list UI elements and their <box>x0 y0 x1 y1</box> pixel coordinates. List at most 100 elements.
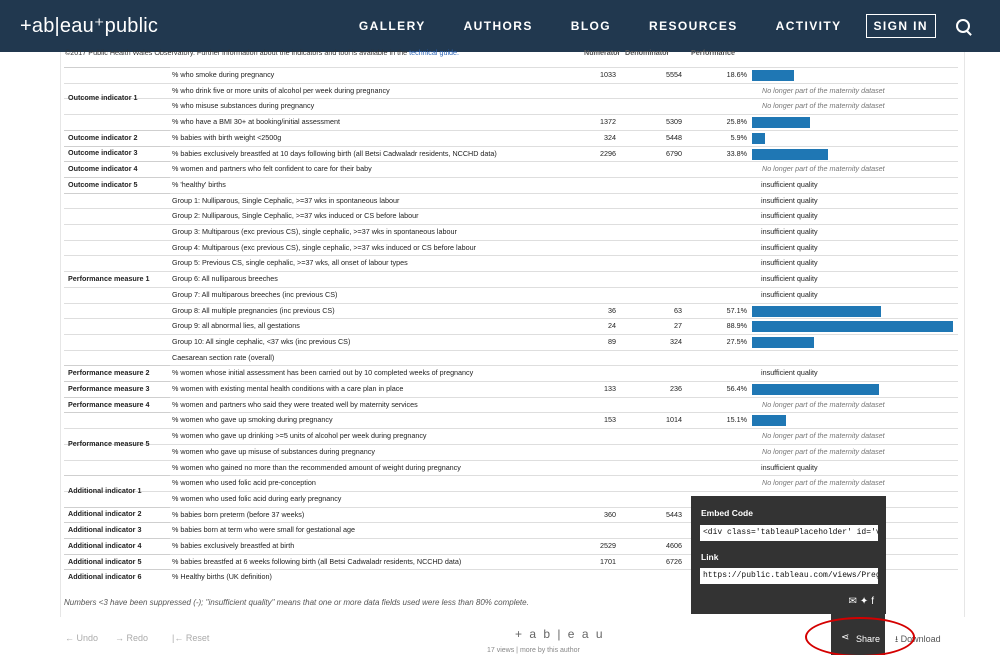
group-label: Additional indicator 4 <box>68 540 142 550</box>
tableau-public-logo[interactable]: +ab|eau⁺public <box>20 13 158 38</box>
performance-bar[interactable] <box>752 132 766 144</box>
group-separator <box>64 522 170 524</box>
table-row[interactable]: Group 9: all abnormal lies, all gestatio… <box>64 318 958 334</box>
performance-bar[interactable] <box>752 148 829 160</box>
no-longer-note: No longer part of the maternity dataset <box>762 478 885 488</box>
table-row[interactable]: Group 6: All nulliparous breeches insuffi… <box>64 271 958 287</box>
indicator-description: % babies born preterm (before 37 weeks) <box>172 509 305 519</box>
table-row[interactable]: % women who gave up misuse of substances… <box>64 443 958 460</box>
table-row[interactable]: Group 3: Multiparous (exc previous CS), … <box>64 224 958 240</box>
reset-button[interactable]: |← Reset <box>172 633 209 643</box>
group-label: Outcome indicator 1 <box>68 93 138 103</box>
table-row[interactable]: % who have a BMI 30+ at booking/initial … <box>64 114 958 130</box>
facebook-icon[interactable]: f <box>871 596 877 607</box>
table-row[interactable]: % women whose initial assessment has bee… <box>64 365 958 381</box>
table-row[interactable]: % women who gave up drinking >=5 units o… <box>64 428 958 444</box>
numerator-value: 89 <box>608 336 616 346</box>
nav-authors[interactable]: AUTHORS <box>464 19 533 33</box>
table-row[interactable]: % who misuse substances during pregnancy… <box>64 98 958 114</box>
group-label: Additional indicator 6 <box>68 572 142 582</box>
performance-bar[interactable] <box>752 384 880 395</box>
nav-activity[interactable]: ACTIVITY <box>776 19 842 33</box>
no-longer-note: No longer part of the maternity dataset <box>762 431 885 441</box>
performance-bar[interactable] <box>752 415 787 427</box>
group-separator <box>64 553 170 555</box>
indicator-description: % who misuse substances during pregnancy <box>172 101 315 111</box>
table-row[interactable]: Group 2: Nulliparous, Single Cephalic, >… <box>64 208 958 224</box>
indicator-description: Group 5: Previous CS, single cephalic, >… <box>172 258 408 268</box>
nav-resources[interactable]: RESOURCES <box>649 19 738 33</box>
views-count[interactable]: 17 views | more by this author <box>487 647 580 654</box>
group-label: Additional indicator 5 <box>68 556 142 566</box>
undo-button[interactable]: ← Undo <box>65 633 98 643</box>
insufficient-quality-note: insufficient quality <box>761 242 818 252</box>
performance-bar[interactable] <box>752 117 811 129</box>
indicator-description: Group 3: Multiparous (exc previous CS), … <box>172 227 457 236</box>
link-field[interactable]: https://public.tableau.com/views/Preg <box>700 568 878 584</box>
email-icon[interactable]: ✉ <box>848 596 859 607</box>
denominator-value: 4606 <box>666 541 682 550</box>
table-row[interactable]: % women and partners who felt confident … <box>64 161 958 177</box>
no-longer-note: No longer part of the maternity dataset <box>762 399 885 409</box>
group-label: Additional indicator 1 <box>68 485 142 495</box>
denominator-value: 5448 <box>666 132 682 142</box>
indicator-description: % women with existing mental health cond… <box>172 384 404 393</box>
table-row[interactable]: Group 10: All single cephalic, <37 wks (… <box>64 333 958 350</box>
share-icons: ✉✦f <box>848 596 877 607</box>
technical-guide-link[interactable]: technical guide. <box>409 48 459 57</box>
indicator-description: % babies exclusively breastfed at 10 day… <box>172 148 497 158</box>
no-longer-note: No longer part of the maternity dataset <box>762 164 885 174</box>
nav-blog[interactable]: BLOG <box>571 19 611 33</box>
denominator-value: 6726 <box>666 556 682 566</box>
redo-button[interactable]: → Redo <box>115 633 148 643</box>
indicator-description: % 'healthy' births <box>172 179 226 189</box>
group-separator <box>64 396 170 398</box>
table-row[interactable]: % babies with birth weight <2500g 324 5448… <box>64 129 958 146</box>
table-row[interactable]: % women and partners who said they were … <box>64 396 958 413</box>
numerator-value: 1033 <box>600 70 616 79</box>
embed-code-label: Embed Code <box>701 508 753 518</box>
indicator-description: % women who gave up drinking >=5 units o… <box>172 431 427 441</box>
table-row[interactable]: % babies exclusively breastfed at 10 day… <box>64 145 958 162</box>
group-label: Performance measure 5 <box>68 438 150 448</box>
group-separator <box>64 176 170 178</box>
embed-code-field[interactable]: <div class='tableauPlaceholder' id='viz1 <box>700 525 878 541</box>
denominator-value: 236 <box>670 384 682 393</box>
nav-gallery[interactable]: GALLERY <box>359 19 426 33</box>
table-row[interactable]: Group 4: Multiparous (exc previous CS), … <box>64 239 958 256</box>
search-icon[interactable] <box>956 19 970 33</box>
performance-bar[interactable] <box>752 70 795 81</box>
indicator-description: % who smoke during pregnancy <box>172 70 275 79</box>
performance-percent: 57.1% <box>726 305 747 315</box>
twitter-icon[interactable]: ✦ <box>860 596 871 607</box>
redo-label: Redo <box>126 633 149 643</box>
table-row[interactable]: % women who gained no more than the reco… <box>64 459 958 476</box>
table-row[interactable]: % who drink five or more units of alcoho… <box>64 82 958 99</box>
table-row[interactable]: % who smoke during pregnancy 1033 5554 18.6… <box>64 67 958 83</box>
performance-percent: 25.8% <box>726 117 747 127</box>
group-separator <box>64 129 170 131</box>
table-row[interactable]: % 'healthy' births insufficient quality <box>64 176 958 193</box>
numerator-value: 324 <box>604 132 616 142</box>
performance-bar[interactable] <box>752 305 882 317</box>
indicator-description: % women who used folic acid during early… <box>172 493 342 503</box>
tableau-brand[interactable]: + a b | e a u <box>515 627 605 641</box>
insufficient-quality-note: insufficient quality <box>761 227 818 236</box>
table-row[interactable]: Caesarean section rate (overall) <box>64 349 958 366</box>
sign-in-button[interactable]: SIGN IN <box>865 14 936 38</box>
group-label: Performance measure 3 <box>68 383 150 393</box>
performance-bar[interactable] <box>752 321 953 333</box>
table-row[interactable]: Group 5: Previous CS, single cephalic, >… <box>64 255 958 271</box>
undo-label: Undo <box>76 633 99 643</box>
reset-label: Reset <box>185 633 210 643</box>
table-row[interactable]: Group 8: All multiple pregnancies (inc p… <box>64 302 958 319</box>
table-row[interactable]: % women with existing mental health cond… <box>64 381 958 397</box>
table-row[interactable]: Group 7: All multiparous breeches (inc p… <box>64 286 958 303</box>
table-row[interactable]: % women who gave up smoking during pregn… <box>64 412 958 428</box>
table-row[interactable]: Group 1: Nulliparous, Single Cephalic, >… <box>64 192 958 209</box>
no-longer-note: No longer part of the maternity dataset <box>762 85 885 95</box>
table-row[interactable]: % women who used folic acid pre-concepti… <box>64 475 958 491</box>
performance-bar[interactable] <box>752 336 815 348</box>
indicator-description: Group 9: all abnormal lies, all gestatio… <box>172 321 300 331</box>
indicator-description: % Healthy births (UK definition) <box>172 572 272 582</box>
